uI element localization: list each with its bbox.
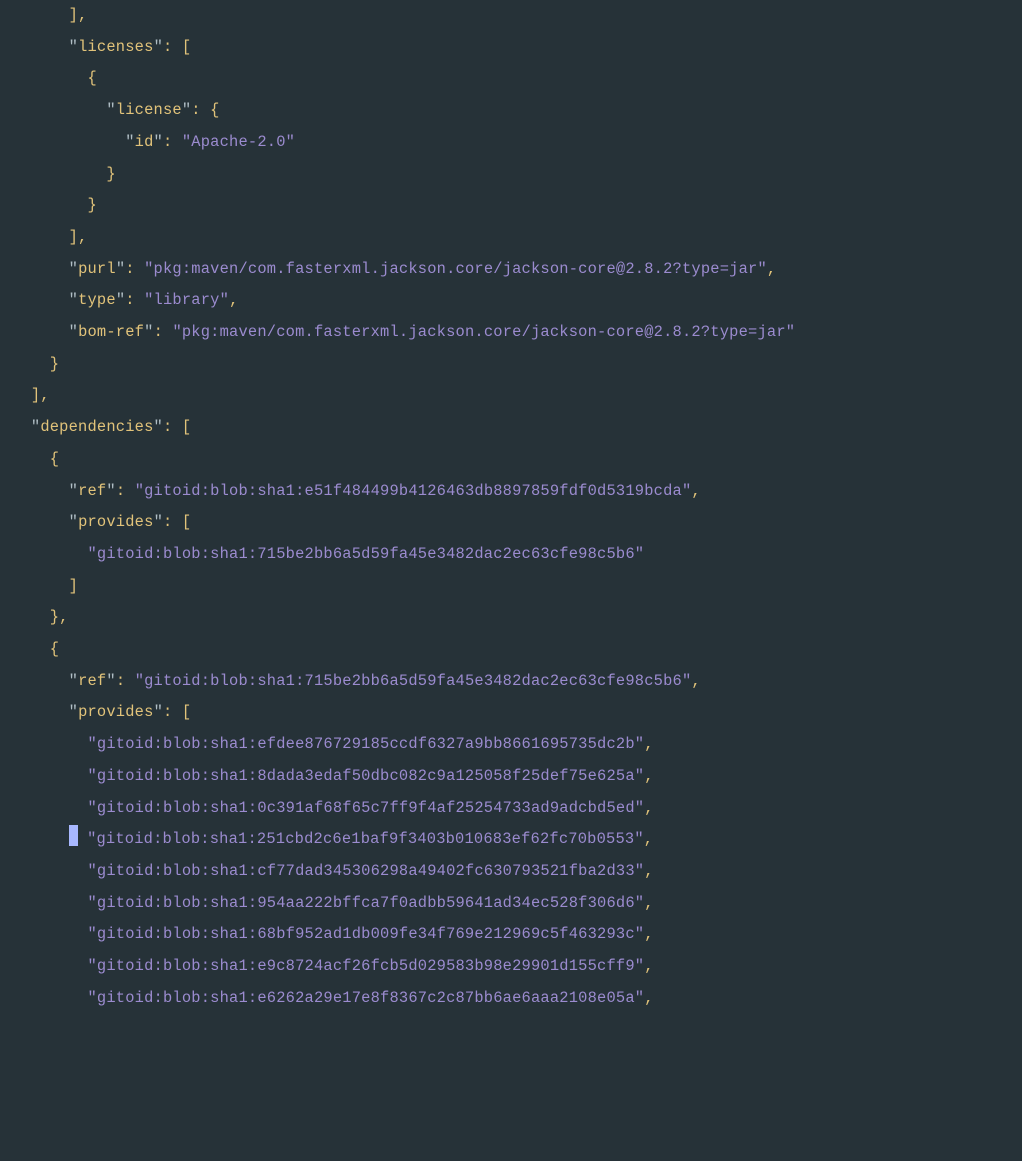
code-token: " [69, 38, 78, 56]
code-token: " [116, 291, 125, 309]
code-token: "gitoid:blob:sha1:efdee876729185ccdf6327… [88, 735, 645, 753]
code-token: { [50, 450, 59, 468]
code-token: type [78, 291, 116, 309]
code-token: "Apache-2.0" [182, 133, 295, 151]
code-token: : [ [163, 703, 191, 721]
code-token: , [691, 482, 700, 500]
code-token: , [229, 291, 238, 309]
code-token: "gitoid:blob:sha1:251cbd2c6e1baf9f3403b0… [87, 830, 644, 848]
code-token: ref [78, 672, 106, 690]
code-token: , [644, 735, 653, 753]
code-token: : [116, 672, 135, 690]
code-token: : [163, 133, 182, 151]
code-token: " [154, 418, 163, 436]
code-token: : [ [163, 418, 191, 436]
code-token: } [106, 165, 115, 183]
code-token: " [154, 133, 163, 151]
code-token: license [116, 101, 182, 119]
code-token: " [69, 260, 78, 278]
code-token: "gitoid:blob:sha1:954aa222bffca7f0adbb59… [88, 894, 645, 912]
code-token: " [106, 672, 115, 690]
code-token: "gitoid:blob:sha1:e51f484499b4126463db88… [135, 482, 692, 500]
json-code-view: ], "licenses": [ { "license": { "id": "A… [0, 0, 1022, 1015]
code-token: "gitoid:blob:sha1:e9c8724acf26fcb5d02958… [88, 957, 645, 975]
code-token: dependencies [40, 418, 153, 436]
code-token: id [135, 133, 154, 151]
code-token: , [644, 830, 653, 848]
code-token: " [69, 703, 78, 721]
code-token: " [106, 101, 115, 119]
code-token: , [644, 767, 653, 785]
code-token: " [154, 513, 163, 531]
code-token: provides [78, 513, 154, 531]
code-token: } [50, 355, 59, 373]
code-token: : [116, 482, 135, 500]
text-cursor [69, 825, 78, 846]
code-token: " [125, 133, 134, 151]
code-token: , [767, 260, 776, 278]
code-token: , [644, 862, 653, 880]
code-token: bom-ref [78, 323, 144, 341]
code-token: : [125, 291, 144, 309]
code-token: " [69, 291, 78, 309]
code-token: " [69, 513, 78, 531]
code-token: "library" [144, 291, 229, 309]
code-token: ], [69, 6, 88, 24]
code-token: "pkg:maven/com.fasterxml.jackson.core/ja… [144, 260, 767, 278]
code-token: " [116, 260, 125, 278]
code-token: " [69, 482, 78, 500]
code-token: , [644, 894, 653, 912]
code-token: : [ [163, 513, 191, 531]
code-token: " [154, 38, 163, 56]
code-token: ], [31, 386, 50, 404]
code-token: : [154, 323, 173, 341]
code-token: , [644, 989, 653, 1007]
code-token: "gitoid:blob:sha1:68bf952ad1db009fe34f76… [88, 925, 645, 943]
code-token: ref [78, 482, 106, 500]
code-token: "pkg:maven/com.fasterxml.jackson.core/ja… [172, 323, 795, 341]
code-token: " [69, 323, 78, 341]
code-token: , [644, 925, 653, 943]
code-token: " [69, 672, 78, 690]
code-token: : { [191, 101, 219, 119]
code-token: "gitoid:blob:sha1:715be2bb6a5d59fa45e348… [88, 545, 645, 563]
code-token: "gitoid:blob:sha1:cf77dad345306298a49402… [88, 862, 645, 880]
code-token: "gitoid:blob:sha1:0c391af68f65c7ff9f4af2… [88, 799, 645, 817]
code-token: " [182, 101, 191, 119]
code-token: } [88, 196, 97, 214]
code-token: " [144, 323, 153, 341]
code-token: purl [78, 260, 116, 278]
code-token: , [644, 799, 653, 817]
code-token: " [106, 482, 115, 500]
code-token: : [125, 260, 144, 278]
code-token: provides [78, 703, 154, 721]
code-token: , [691, 672, 700, 690]
code-token: }, [50, 608, 69, 626]
code-token: " [154, 703, 163, 721]
code-token: , [644, 957, 653, 975]
code-token: licenses [78, 38, 154, 56]
code-token: "gitoid:blob:sha1:8dada3edaf50dbc082c9a1… [88, 767, 645, 785]
code-token: ] [69, 577, 78, 595]
code-token: : [ [163, 38, 191, 56]
code-token: { [88, 69, 97, 87]
code-token: "gitoid:blob:sha1:715be2bb6a5d59fa45e348… [135, 672, 692, 690]
code-token: "gitoid:blob:sha1:e6262a29e17e8f8367c2c8… [88, 989, 645, 1007]
code-token: { [50, 640, 59, 658]
code-token: " [31, 418, 40, 436]
code-token: ], [69, 228, 88, 246]
